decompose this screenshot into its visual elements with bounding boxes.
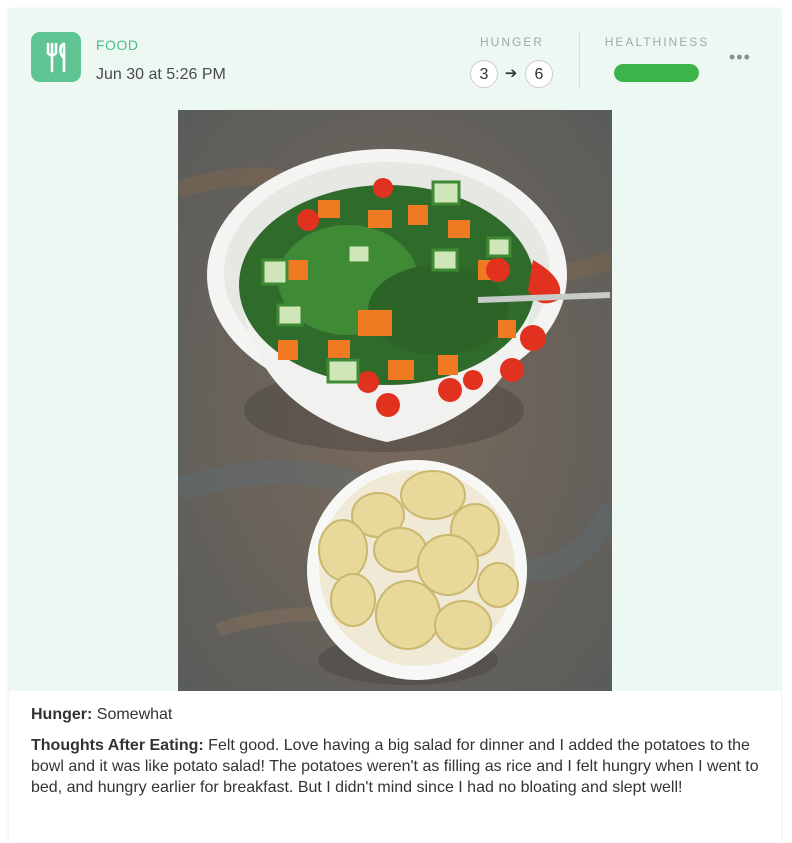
hunger-label: HUNGER — [479, 35, 544, 49]
hunger-note-value: Somewhat — [96, 706, 173, 723]
header-divider — [579, 31, 580, 89]
hunger-after-badge: 6 — [525, 60, 553, 88]
meal-photo[interactable] — [178, 110, 612, 691]
entry-timestamp: Jun 30 at 5:26 PM — [96, 66, 226, 83]
entry-category: FOOD — [96, 37, 139, 53]
entry-header-area: FOOD Jun 30 at 5:26 PM HUNGER 3 ➔ 6 HEAL… — [9, 9, 781, 691]
hunger-note-label: Hunger: — [31, 706, 93, 723]
healthiness-bar-fill — [614, 64, 699, 82]
hunger-before-badge: 3 — [470, 60, 498, 88]
entry-notes: Hunger: Somewhat Thoughts After Eating: … — [31, 704, 779, 808]
more-horizontal-icon[interactable]: ••• — [729, 47, 751, 68]
healthiness-bar — [614, 64, 699, 82]
thoughts-note-label: Thoughts After Eating: — [31, 737, 204, 754]
hunger-note: Hunger: Somewhat — [31, 704, 779, 725]
healthiness-label: HEALTHINESS — [604, 35, 710, 49]
arrow-right-icon: ➔ — [504, 65, 518, 82]
thoughts-note: Thoughts After Eating: Felt good. Love h… — [31, 735, 779, 798]
food-entry-card: FOOD Jun 30 at 5:26 PM HUNGER 3 ➔ 6 HEAL… — [9, 9, 781, 843]
fork-knife-icon — [31, 32, 81, 82]
